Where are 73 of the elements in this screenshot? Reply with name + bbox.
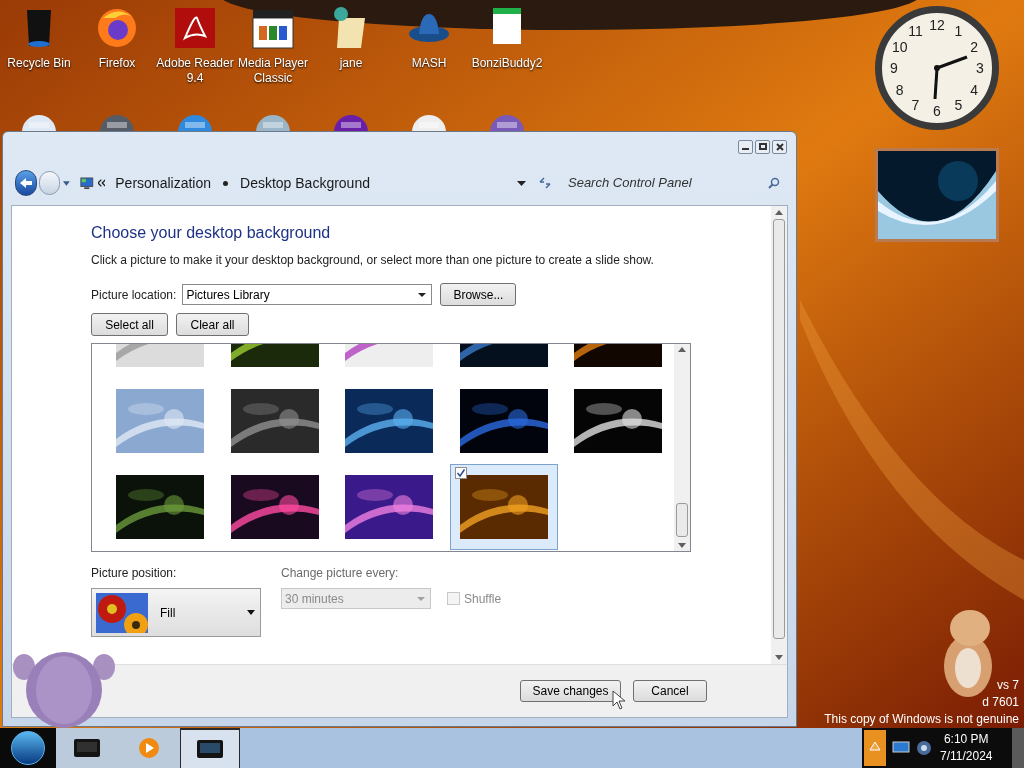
clock-numeral: 1 [953, 23, 964, 38]
checkbox-checked-icon[interactable] [454, 467, 467, 479]
refresh-icon[interactable] [538, 177, 552, 189]
chevrons-icon [97, 179, 106, 187]
breadcrumb-item[interactable]: Desktop Background [238, 172, 372, 194]
clock-numeral: 7 [910, 98, 921, 113]
field-label: Picture location: [91, 286, 177, 304]
notice-text: This copy of Windows is not genuine [824, 711, 1019, 728]
scroll-up-icon[interactable] [775, 209, 783, 215]
scroll-down-icon[interactable] [678, 543, 686, 549]
clock-numeral: 3 [975, 61, 985, 75]
back-button[interactable] [15, 170, 38, 196]
search-field[interactable]: Search Control Panel [568, 173, 768, 193]
select-all-button[interactable]: Select all [91, 313, 168, 336]
search-icon[interactable] [768, 177, 780, 189]
clock-numeral: 8 [894, 82, 905, 97]
close-button[interactable] [772, 139, 787, 154]
desktop-shortcut[interactable]: Firefox [78, 4, 156, 86]
minimize-button[interactable] [738, 139, 753, 154]
scroll-up-icon[interactable] [678, 346, 686, 352]
notice-text: d 7601 [982, 694, 1019, 711]
dropdown-arrow-icon [417, 596, 425, 601]
field-label: Change picture every: [281, 565, 400, 582]
clear-all-button[interactable]: Clear all [176, 313, 249, 336]
scrollbar[interactable] [674, 344, 690, 551]
volume-icon[interactable] [916, 740, 932, 756]
scroll-thumb[interactable] [773, 219, 785, 639]
desktop-shortcut[interactable]: Recycle Bin [0, 4, 78, 86]
desktop-shortcut[interactable]: jane [312, 4, 390, 86]
clock-numeral: 5 [953, 98, 964, 113]
dropdown-arrow-icon[interactable] [63, 180, 70, 186]
minimize-icon [742, 147, 749, 150]
network-icon[interactable] [892, 741, 910, 755]
scroll-down-icon[interactable] [775, 655, 783, 661]
taskbar-button[interactable] [180, 728, 240, 768]
arrow-left-icon [19, 177, 34, 189]
clock-numeral: 9 [889, 61, 899, 75]
picture-position-dropdown[interactable]: Fill [91, 588, 261, 637]
thumbnail-item[interactable] [449, 464, 558, 550]
scroll-thumb[interactable] [676, 503, 688, 537]
page-heading: Choose your desktop background [91, 223, 332, 243]
desktop-shortcut[interactable]: Adobe Reader 9.4 [156, 4, 234, 86]
field-label: Picture position: [91, 565, 178, 582]
breadcrumb-item[interactable]: Personalization [113, 172, 213, 194]
separator-icon [223, 180, 228, 186]
desktop-shortcut[interactable]: Media Player Classic [234, 4, 312, 86]
desktop-shortcut[interactable]: MASH [390, 4, 468, 86]
description-text: Click a picture to make it your desktop background, or select more than one picture to create a slide show. [91, 252, 655, 269]
browse-button[interactable]: Browse... [440, 283, 517, 306]
clock-numeral: 10 [891, 39, 908, 54]
desktop-shortcut[interactable]: BonziBuddy2 [468, 4, 546, 86]
clock-numeral: 4 [969, 82, 980, 97]
clock-numeral: 11 [907, 23, 924, 38]
save-changes-button[interactable]: Save changes [520, 680, 621, 702]
clock-numeral: 6 [932, 104, 942, 118]
monitor-icon [196, 738, 224, 760]
monitor-icon [73, 737, 101, 759]
picture-location-dropdown[interactable]: Pictures Library [182, 284, 433, 305]
notice-text: vs 7 [997, 677, 1019, 694]
play-icon [138, 737, 160, 759]
mouse-pointer-icon [612, 690, 626, 710]
dropdown-arrow-icon[interactable] [517, 180, 526, 186]
clock-numeral: 2 [969, 39, 980, 54]
dropdown-arrow-icon [418, 292, 427, 297]
cancel-button[interactable]: Cancel [633, 680, 707, 702]
start-button[interactable] [11, 731, 45, 765]
monitor-icon [80, 175, 94, 191]
close-icon [775, 142, 784, 151]
maximize-button[interactable] [755, 139, 770, 154]
maximize-icon [758, 143, 767, 150]
scrollbar[interactable] [771, 206, 787, 664]
clock-numeral: 12 [929, 18, 945, 32]
dropdown-arrow-icon [247, 610, 255, 615]
